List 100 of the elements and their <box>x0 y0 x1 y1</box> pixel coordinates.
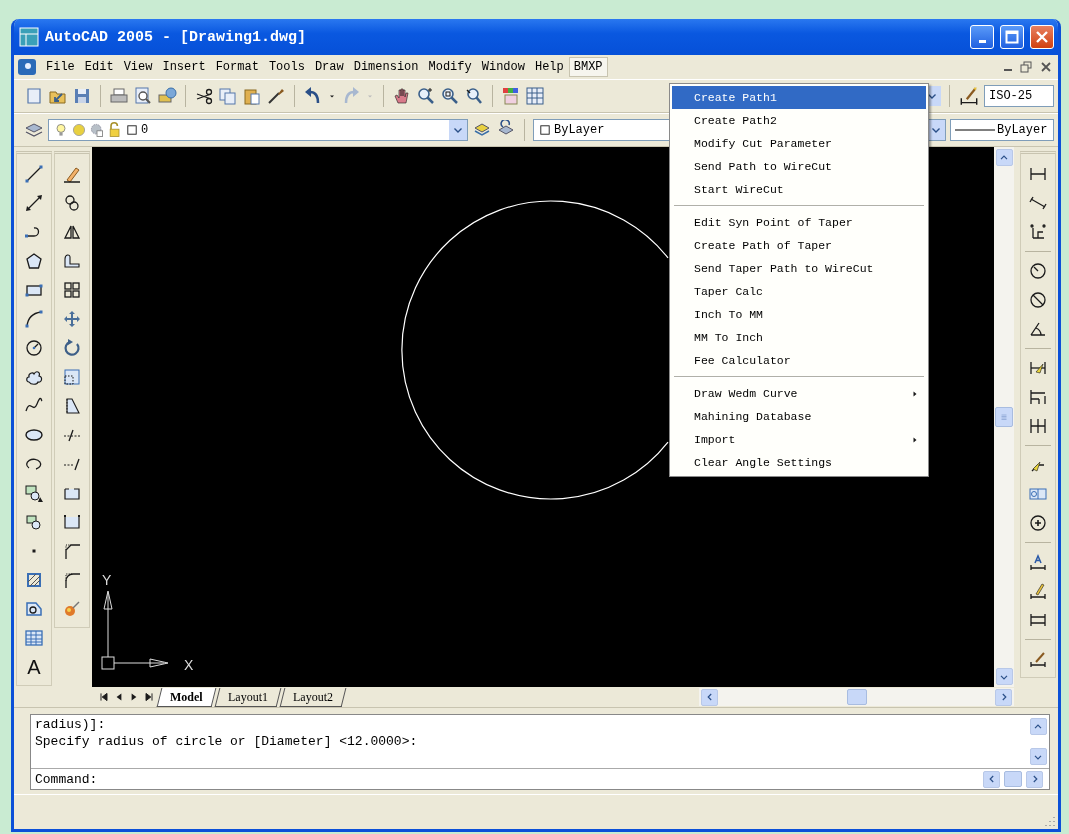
menu-option[interactable]: MM To Inch <box>672 326 926 349</box>
printer-globe-icon[interactable] <box>157 86 177 106</box>
layout-tab[interactable]: Layout2 <box>279 687 347 707</box>
close-icon[interactable] <box>1040 61 1052 73</box>
move-arrows-icon[interactable] <box>62 309 82 329</box>
menu-option[interactable]: Send Path to WireCut <box>672 155 926 178</box>
baseline-dimension-icon[interactable] <box>1028 387 1048 407</box>
menu-item[interactable]: BMXP <box>568 57 608 77</box>
resize-grip-icon[interactable] <box>1044 815 1056 827</box>
dimension-pencil-icon[interactable] <box>1028 581 1048 601</box>
gear-icon <box>89 122 105 138</box>
menu-option[interactable]: Fee Calculator <box>672 349 926 372</box>
brush-icon[interactable] <box>266 86 286 106</box>
fillet-icon[interactable] <box>62 570 82 590</box>
minimize-button[interactable] <box>970 25 994 49</box>
print-preview-icon[interactable] <box>133 86 153 106</box>
dimension-edit-icon[interactable] <box>1028 552 1048 572</box>
horizontal-scrollbar[interactable] <box>699 688 1014 706</box>
lineweight-dropdown[interactable]: ByLayer <box>950 119 1054 141</box>
menu-item[interactable]: Edit <box>79 57 119 77</box>
maximize-button[interactable] <box>1000 25 1024 49</box>
layout-tab[interactable]: Layout1 <box>214 687 282 707</box>
region-icon[interactable] <box>24 599 44 619</box>
menu-option[interactable]: Create Path1 <box>672 86 926 109</box>
scale-icon[interactable] <box>62 367 82 387</box>
menu-option[interactable]: Taper Calc <box>672 280 926 303</box>
scroll-left-button[interactable] <box>983 770 1000 788</box>
scroll-thumb[interactable] <box>846 689 867 705</box>
menu-item[interactable]: Window <box>476 57 530 77</box>
dimension-style-icon[interactable] <box>958 85 980 107</box>
document-icon[interactable] <box>17 58 37 76</box>
menu-option[interactable]: Inch To MM <box>672 303 926 326</box>
menu-item[interactable]: Format <box>210 57 264 77</box>
pentagon-icon[interactable] <box>24 251 44 271</box>
dimension-style-field[interactable]: ISO-25 <box>984 85 1054 107</box>
app-icon <box>19 27 39 47</box>
light-bulb-icon <box>53 122 69 138</box>
sun-icon <box>71 122 87 138</box>
scroll-thumb[interactable] <box>995 407 1013 427</box>
offset-icon[interactable] <box>62 251 82 271</box>
table-icon[interactable] <box>24 628 44 648</box>
last-page-icon[interactable] <box>143 691 155 703</box>
menu-item[interactable]: Help <box>529 57 569 77</box>
grid-panel-icon[interactable] <box>525 86 545 106</box>
minimize-icon <box>978 39 986 43</box>
array-icon[interactable] <box>62 280 82 300</box>
menu-item[interactable]: Modify <box>423 57 477 77</box>
restore-icon[interactable] <box>1020 61 1032 73</box>
chamfer-icon[interactable] <box>62 541 82 561</box>
zoom-previous-icon[interactable] <box>464 86 484 106</box>
menu-option[interactable]: Clear Angle Settings <box>672 451 926 474</box>
menu-option[interactable]: Create Path of Taper <box>672 234 926 257</box>
menu-option[interactable]: Mahining Database <box>672 405 926 428</box>
menu-option[interactable]: Import <box>672 428 926 451</box>
layout-tab[interactable]: Model <box>156 687 217 707</box>
menu-item[interactable]: View <box>118 57 158 77</box>
menu-item[interactable]: File <box>41 57 80 77</box>
scroll-up-button[interactable] <box>1029 718 1047 735</box>
clipboard-icon[interactable] <box>242 86 262 106</box>
arc-icon[interactable] <box>24 309 44 329</box>
zoom-icon[interactable] <box>416 86 436 106</box>
double-arrow-line-icon[interactable] <box>24 193 44 213</box>
menu-item[interactable]: Insert <box>157 57 211 77</box>
layer-dropdown[interactable]: 0 <box>48 119 468 141</box>
scroll-thumb[interactable] <box>1004 771 1022 787</box>
scroll-down-button[interactable] <box>1029 748 1047 765</box>
ordinate-dimension-icon[interactable] <box>1028 222 1048 242</box>
menu-option[interactable]: Edit Syn Point of Taper <box>672 211 926 234</box>
continue-dimension-icon[interactable] <box>1028 416 1048 436</box>
block-icon[interactable] <box>24 512 44 532</box>
block-insert-icon[interactable] <box>24 483 44 503</box>
center-mark-icon[interactable] <box>1028 513 1048 533</box>
radius-dimension-icon[interactable] <box>1028 261 1048 281</box>
first-page-icon[interactable] <box>98 691 110 703</box>
menu-option[interactable]: Draw Wedm Curve <box>672 382 926 405</box>
color-palette-icon[interactable] <box>501 86 521 106</box>
scroll-right-button[interactable] <box>995 688 1012 706</box>
rotate-icon[interactable] <box>62 338 82 358</box>
text-tool-button[interactable]: A <box>27 657 41 677</box>
hand-icon[interactable] <box>392 86 412 106</box>
hatch-icon[interactable] <box>24 570 44 590</box>
menu-item[interactable]: Tools <box>263 57 310 77</box>
x-axis-label: X <box>184 657 194 673</box>
vertical-scrollbar[interactable] <box>994 147 1014 687</box>
line-icon[interactable] <box>24 164 44 184</box>
circle-icon[interactable] <box>24 338 44 358</box>
printer-icon[interactable] <box>109 86 129 106</box>
menu-option[interactable]: Send Taper Path to WireCut <box>672 257 926 280</box>
menu-item[interactable]: Dimension <box>348 57 424 77</box>
two-circles-icon[interactable] <box>62 193 82 213</box>
open-rectangle-icon[interactable] <box>62 512 82 532</box>
menu-item[interactable]: Draw <box>309 57 349 77</box>
scissors-icon[interactable] <box>194 86 214 106</box>
color-swatch-icon <box>125 123 139 137</box>
scroll-right-button[interactable] <box>1026 770 1043 788</box>
diameter-dimension-icon[interactable] <box>1028 290 1048 310</box>
scroll-left-button[interactable] <box>701 688 718 706</box>
close-button[interactable] <box>1030 25 1054 49</box>
zoom-window-icon[interactable] <box>440 86 460 106</box>
menu-option[interactable]: Start WireCut <box>672 178 926 201</box>
